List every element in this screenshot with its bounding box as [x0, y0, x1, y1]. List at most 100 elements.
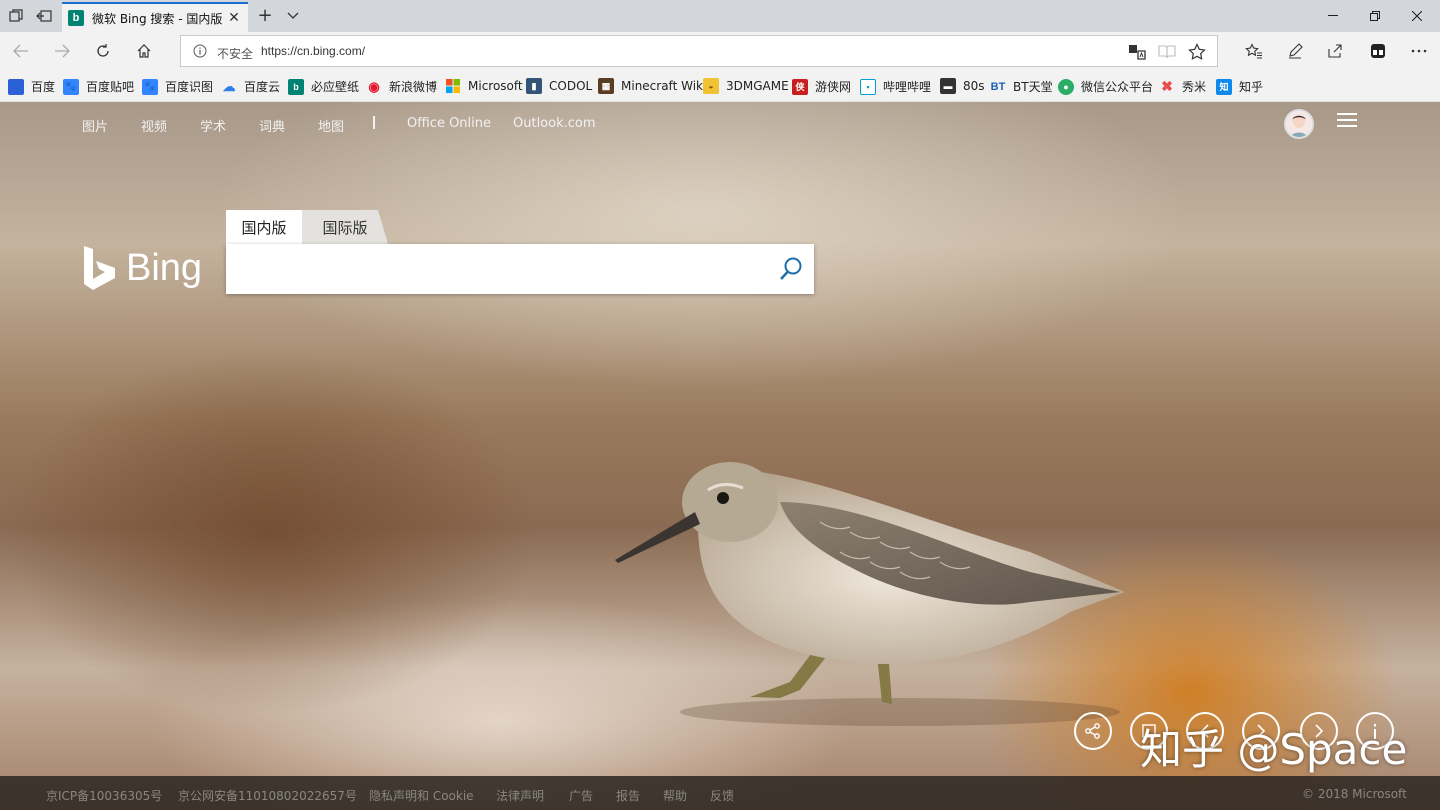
fav-3dm[interactable]: ◒ 3DMGAME [703, 78, 789, 94]
fav-weibo[interactable]: ◉ 新浪微博 [366, 78, 437, 95]
fav-xiumi[interactable]: ✖ 秀米 [1159, 78, 1206, 95]
tab-title: 微软 Bing 搜索 - 国内版 [92, 11, 223, 26]
nav-videos[interactable]: 视频 [141, 116, 167, 135]
tab-preview-icon[interactable] [4, 4, 28, 28]
search-icon[interactable] [778, 256, 804, 282]
set-aside-tabs-icon[interactable] [32, 4, 56, 28]
new-tab-icon[interactable]: + [254, 5, 276, 27]
fav-microsoft[interactable]: Microsoft [445, 78, 523, 94]
search-box [226, 244, 814, 294]
fav-80s[interactable]: ▬ 80s [940, 78, 985, 94]
fav-label: 百度 [31, 80, 56, 94]
tab-international[interactable]: 国际版 [302, 210, 388, 244]
favorite-star-icon[interactable] [1187, 42, 1207, 62]
pen-icon[interactable] [1282, 39, 1308, 63]
avatar[interactable] [1284, 109, 1314, 139]
tab-domestic[interactable]: 国内版 [226, 210, 302, 244]
navigation-bar: 不安全 https://cn.bing.com/ [0, 32, 1440, 70]
home-icon[interactable] [131, 39, 157, 63]
fav-label: 游侠网 [815, 80, 852, 94]
fav-label: 秀米 [1182, 80, 1207, 94]
footer-help[interactable]: 帮助 [663, 787, 687, 804]
nav-images[interactable]: 图片 [82, 116, 108, 135]
nav-maps[interactable]: 地图 [318, 116, 344, 135]
fav-label: 百度云 [244, 80, 281, 94]
fav-baiduyun[interactable]: ☁ 百度云 [221, 78, 281, 95]
fav-label: Microsoft [468, 79, 523, 93]
fav-wechat[interactable]: ● 微信公众平台 [1058, 78, 1153, 95]
close-window-icon[interactable] [1394, 0, 1440, 32]
hamburger-menu-icon[interactable] [1337, 112, 1359, 130]
nav-dictionary[interactable]: 词典 [259, 116, 285, 135]
chevron-down-icon[interactable] [282, 5, 304, 27]
url-text[interactable]: https://cn.bing.com/ [261, 44, 365, 58]
footer-privacy[interactable]: 隐私声明和 Cookie [369, 787, 474, 804]
fav-label: 百度识图 [165, 80, 214, 94]
tab-bing[interactable]: b 微软 Bing 搜索 - 国内版 ✕ [62, 2, 248, 32]
fav-label: 3DMGAME [726, 79, 789, 93]
fav-zhihu[interactable]: 知知乎 [1216, 78, 1263, 95]
nav-academic[interactable]: 学术 [200, 116, 226, 135]
bing-favicon-icon: b [68, 10, 84, 26]
fav-shitu[interactable]: 🐾 百度识图 [142, 78, 213, 95]
nav-divider [373, 116, 375, 129]
fav-label: Minecraft Wiki [621, 79, 707, 93]
bing-logo-icon [84, 246, 115, 290]
share-image-icon[interactable] [1074, 712, 1112, 750]
fav-label: CODOL [549, 79, 593, 93]
footer-police[interactable]: 京公网安备11010802022657号 [178, 787, 357, 804]
fav-bing-wallpaper[interactable]: b 必应壁纸 [288, 78, 359, 95]
microsoft-icon [445, 78, 461, 94]
share-icon[interactable] [1322, 39, 1348, 63]
bt-icon: BT [990, 80, 1006, 93]
wechat-icon: ● [1058, 78, 1074, 95]
close-tab-icon[interactable]: ✕ [226, 10, 242, 26]
baidu-icon: 🐾 [8, 78, 24, 95]
reading-view-icon[interactable] [1157, 42, 1177, 62]
bing-logo[interactable]: Bing [82, 244, 202, 292]
more-icon[interactable] [1406, 39, 1432, 63]
back-icon[interactable] [8, 39, 34, 63]
80s-icon: ▬ [940, 78, 956, 94]
fav-codol[interactable]: ▮ CODOL [526, 78, 592, 94]
bing-wallpaper-icon: b [288, 78, 304, 95]
nav-outlook[interactable]: Outlook.com [513, 116, 596, 131]
3dm-icon: ◒ [703, 78, 719, 94]
address-bar[interactable]: 不安全 https://cn.bing.com/ [180, 35, 1218, 67]
zhihu-icon: 知 [1216, 78, 1232, 95]
extension-icon[interactable] [1365, 39, 1391, 63]
fav-ali213[interactable]: 侠游侠网 [792, 78, 851, 95]
restore-icon[interactable] [1352, 0, 1398, 32]
fav-label: 必应壁纸 [311, 80, 360, 94]
minecraft-icon: ▦ [598, 78, 614, 94]
tieba-icon: 🐾 [63, 78, 79, 95]
search-input[interactable] [236, 254, 766, 284]
bing-logo-text: Bing [126, 246, 203, 289]
bing-homepage: 图片 视频 学术 词典 地图 Office Online Outlook.com… [0, 102, 1440, 810]
fav-minecraft[interactable]: ▦ Minecraft Wiki [598, 78, 706, 94]
translate-icon[interactable] [1127, 42, 1147, 62]
title-bar: b 微软 Bing 搜索 - 国内版 ✕ + [0, 0, 1440, 32]
footer-icp[interactable]: 京ICP备10036305号 [46, 787, 162, 804]
forward-icon[interactable] [49, 39, 75, 63]
footer-feedback[interactable]: 反馈 [710, 787, 734, 804]
baiduyun-icon: ☁ [222, 78, 236, 94]
footer-report[interactable]: 报告 [616, 787, 640, 804]
fav-baidu[interactable]: 🐾 百度 [8, 78, 55, 95]
nav-office-online[interactable]: Office Online [407, 116, 491, 131]
footer-ads[interactable]: 广告 [569, 787, 593, 804]
xiumi-icon: ✖ [1161, 78, 1173, 94]
refresh-icon[interactable] [90, 39, 116, 63]
fav-label: 知乎 [1239, 80, 1264, 94]
codol-icon: ▮ [526, 78, 542, 94]
fav-bt[interactable]: BT BT天堂 [990, 78, 1053, 95]
favorites-bar: 🐾 百度 🐾 百度贴吧 🐾 百度识图 ☁ 百度云 b 必应壁纸 ◉ 新浪微博 Microso… [0, 70, 1440, 102]
fav-label: 微信公众平台 [1081, 80, 1154, 94]
security-label: 不安全 [217, 47, 254, 61]
fav-bilibili[interactable]: ▪ 哔哩哔哩 [860, 78, 931, 95]
fav-tieba[interactable]: 🐾 百度贴吧 [63, 78, 134, 95]
favorites-hub-icon[interactable] [1241, 39, 1267, 63]
info-icon[interactable] [193, 44, 207, 58]
minimize-icon[interactable] [1310, 0, 1356, 32]
footer-legal[interactable]: 法律声明 [496, 787, 544, 804]
